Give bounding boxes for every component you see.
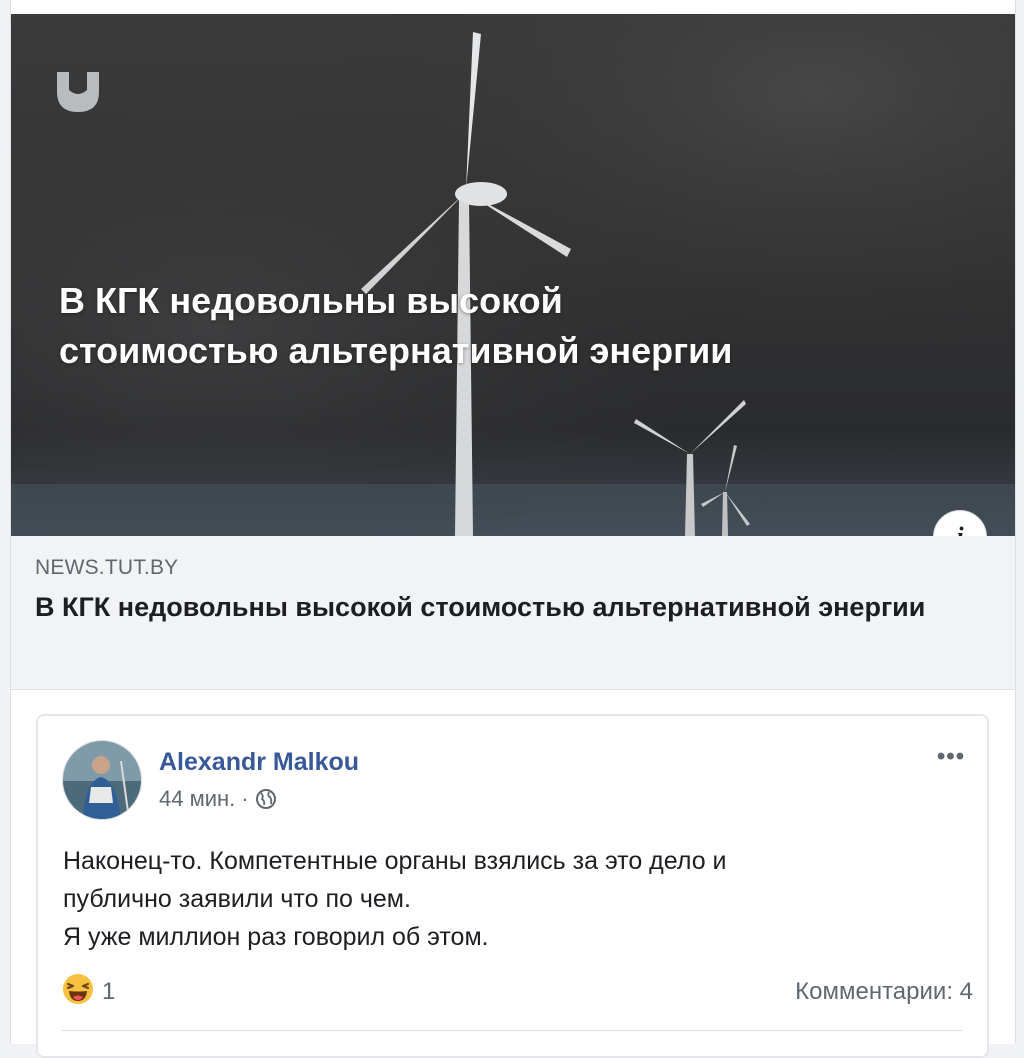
image-headline: В КГК недовольны высокой стоимостью альт… [59,276,959,376]
divider [62,1030,962,1031]
reaction-count[interactable]: 1 [102,978,115,1006]
image-headline-line-2: стоимостью альтернативной энергии [59,330,733,371]
more-options-button[interactable]: ••• [931,742,971,772]
image-headline-line-1: В КГК недовольны высокой [59,280,563,321]
post-time[interactable]: 44 мин. [159,786,235,812]
post-text-line: Я уже миллион раз говорил об этом. [63,923,489,951]
tutby-logo [57,72,99,112]
avatar[interactable] [62,740,142,820]
meta-separator: · [241,786,249,811]
link-preview-image[interactable]: В КГК недовольны высокой стоимостью альт… [11,14,1015,536]
embedded-post: Alexandr Malkou 44 мин. · ••• Наконец-то… [36,714,989,1058]
link-title[interactable]: В КГК недовольны высокой стоимостью альт… [35,588,975,626]
link-domain: NEWS.TUT.BY [35,556,179,579]
post-meta: 44 мин. · [159,786,277,812]
avatar-photo [63,741,141,819]
link-preview-meta[interactable]: NEWS.TUT.BY В КГК недовольны высокой сто… [11,536,1015,690]
globe-icon [255,789,276,809]
comments-count[interactable]: Комментарии: 4 [795,978,973,1006]
haha-emoji-icon[interactable] [62,973,94,1005]
author-name[interactable]: Alexandr Malkou [159,748,359,777]
post-text: Наконец-то. Компетентные органы взялись … [63,842,963,956]
post-text-line: Наконец-то. Компетентные органы взялись … [63,847,727,875]
shared-post-card: В КГК недовольны высокой стоимостью альт… [10,0,1016,1058]
wind-turbines-photo [11,14,1015,536]
post-text-line: публично заявили что по чем. [63,885,411,913]
